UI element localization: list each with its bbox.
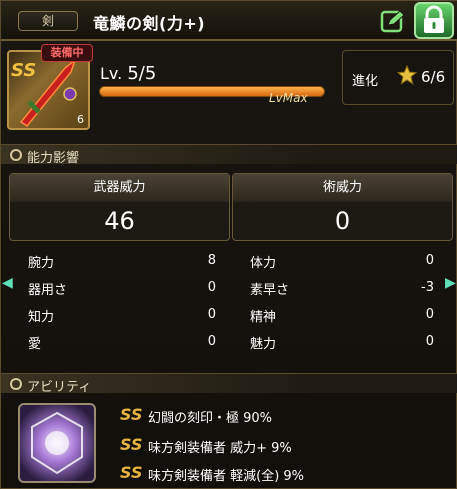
ability-emblem[interactable] [18, 403, 96, 483]
stat-row: 器用さ 0 [28, 277, 218, 299]
star-icon [397, 65, 417, 85]
level-value: 5/5 [127, 63, 157, 84]
stat-name: 精神 [250, 310, 277, 325]
level-max-label: LvMax [269, 91, 308, 105]
art-power-label: 術威力 [233, 174, 452, 202]
prev-arrow-icon[interactable]: ◀ [2, 275, 13, 291]
lock-icon [424, 5, 444, 33]
equipped-tag: 装備中 [41, 44, 93, 62]
weapon-image[interactable]: SS 6 [7, 50, 90, 130]
evolution-box: 進化 6/6 [342, 50, 454, 105]
level-display: Lv. 5/5 [100, 63, 156, 84]
header-bar: 剣 竜鱗の剣(力+) [1, 1, 457, 41]
edit-icon [380, 10, 405, 33]
stat-row: 精神 0 [250, 304, 440, 326]
stat-value: -3 [421, 280, 434, 295]
weapon-power-box: 武器威力 46 [9, 173, 230, 241]
stat-value: 0 [207, 280, 216, 295]
stat-name: 腕力 [28, 256, 55, 271]
level-prefix: Lv. [100, 64, 123, 83]
stat-name: 器用さ [28, 283, 68, 298]
ability-rank: SS [120, 463, 143, 482]
ability-section-header: アビリティ [1, 373, 457, 395]
lock-button[interactable] [414, 2, 454, 39]
ability-text: 幻闘の刻印・極 90% [148, 411, 273, 426]
stat-value: 8 [207, 253, 216, 268]
stat-value: 0 [207, 307, 216, 322]
stat-value: 0 [425, 334, 434, 349]
stat-value: 0 [207, 334, 216, 349]
svg-text:SS: SS [11, 60, 36, 81]
evolution-value: 6/6 [421, 68, 446, 86]
stat-row: 魅力 0 [250, 331, 440, 353]
art-power-value: 0 [334, 207, 351, 235]
ability-section-title: アビリティ [27, 380, 92, 395]
gear-icon [10, 378, 22, 390]
edit-button[interactable] [380, 9, 406, 33]
weapon-power-value: 46 [104, 207, 135, 235]
stat-name: 素早さ [250, 283, 290, 298]
category-badge: 剣 [18, 11, 78, 31]
stat-row: 愛 0 [28, 331, 218, 353]
ability-text: 味方剣装備者 威力+ 9% [148, 441, 292, 456]
stat-row: 素早さ -3 [250, 277, 440, 299]
stats-section-header: 能力影響 [1, 144, 457, 166]
weapon-power-label: 武器威力 [10, 174, 229, 202]
plus-count: 6 [77, 113, 84, 126]
stat-name: 体力 [250, 256, 277, 271]
stat-name: 魅力 [250, 337, 277, 352]
evolution-label: 進化 [352, 74, 379, 89]
stats-section-title: 能力影響 [27, 151, 80, 166]
stat-row: 体力 0 [250, 250, 440, 272]
stat-row: 知力 0 [28, 304, 218, 326]
gear-icon [10, 149, 22, 161]
item-title: 竜鱗の剣(力+) [93, 14, 206, 33]
item-detail-panel: 剣 竜鱗の剣(力+) SS 6 装備中 Lv. 5/5 LvMax 進化 6/6… [0, 0, 457, 489]
stat-name: 愛 [28, 337, 42, 352]
next-arrow-icon[interactable]: ▶ [445, 275, 456, 291]
stat-value: 0 [425, 307, 434, 322]
stat-row: 腕力 8 [28, 250, 218, 272]
art-power-box: 術威力 0 [232, 173, 453, 241]
stat-name: 知力 [28, 310, 55, 325]
ability-rank: SS [120, 435, 143, 454]
ability-rank: SS [120, 405, 143, 424]
ability-text: 味方剣装備者 軽減(全) 9% [148, 469, 305, 484]
emblem-icon [31, 411, 83, 475]
stat-value: 0 [425, 253, 434, 268]
